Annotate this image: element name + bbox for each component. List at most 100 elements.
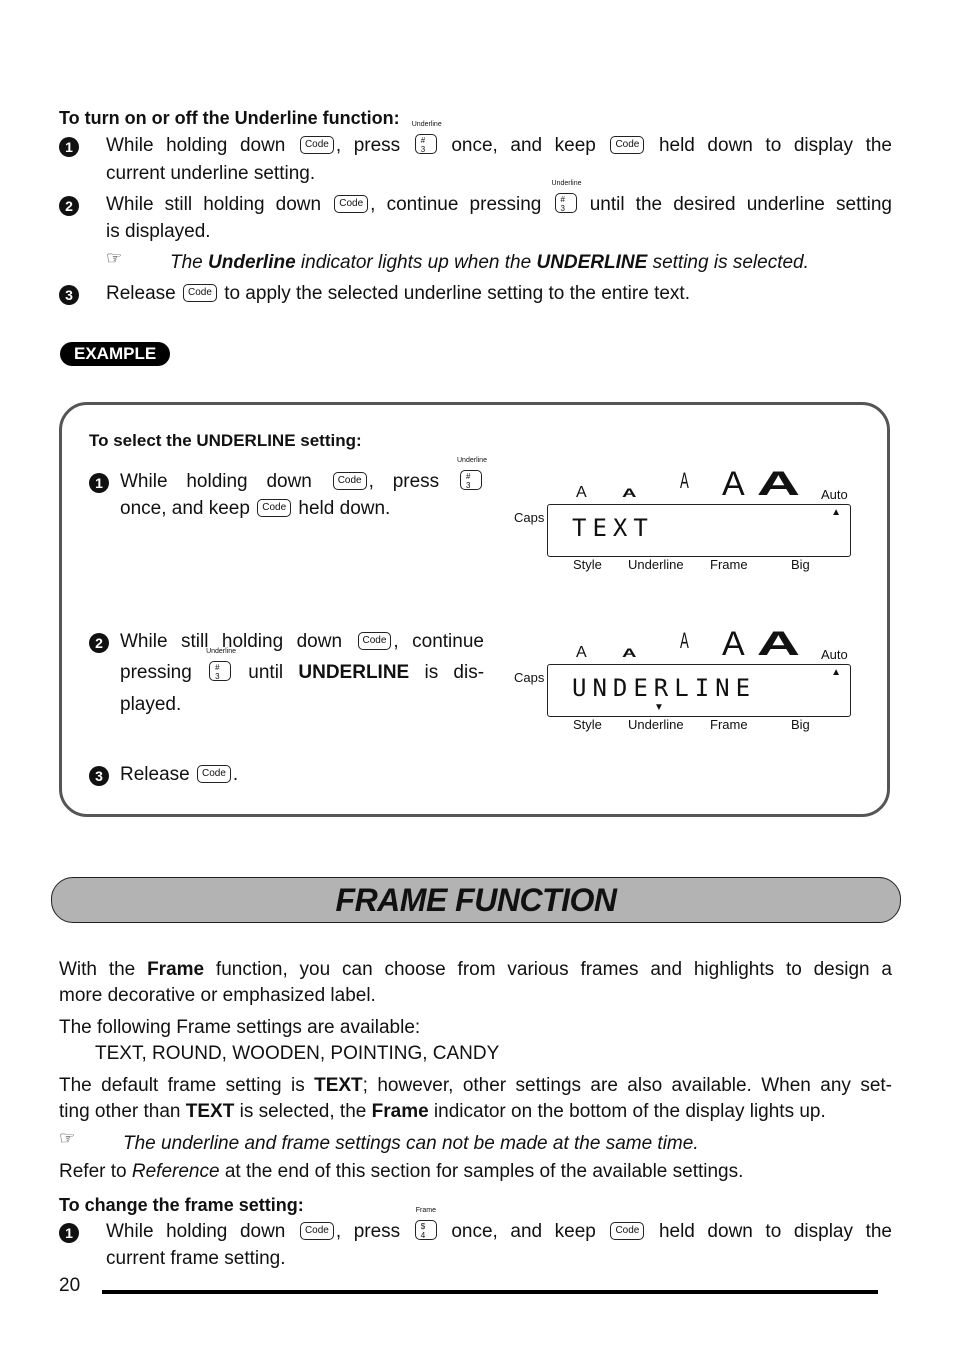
pointing-hand-icon: ☞: [59, 1128, 76, 1148]
key-caption: Underline: [206, 647, 237, 655]
key-caption: Frame: [415, 1206, 436, 1214]
size-glyph-small: A: [576, 484, 587, 501]
step-number-3: 3: [59, 285, 79, 305]
lcd-text: TEXT: [572, 514, 654, 542]
note-bold: UNDERLINE: [536, 252, 648, 273]
code-key: Code: [183, 283, 217, 302]
big-label: Big: [791, 557, 810, 572]
underline-key-3: Underline #3: [457, 457, 487, 490]
key-number: 3: [560, 203, 565, 213]
key-number: 3: [420, 144, 426, 154]
para-bold: TEXT: [185, 1101, 235, 1122]
underline-key-3: Underline #3: [552, 180, 582, 213]
underline-key-3: Underline #3: [412, 121, 442, 154]
note-text: The: [170, 252, 209, 273]
triangle-up-icon: ▲: [831, 667, 841, 678]
frame-label: Frame: [710, 557, 748, 572]
example-step-1-line2: once, and keep Code held down.: [120, 496, 390, 522]
frame-paragraph-4: Refer to Reference at the end of this se…: [59, 1159, 743, 1185]
para-text: at the end of this section for samples o…: [219, 1161, 744, 1182]
frame-step-number-1: 1: [59, 1223, 79, 1243]
para-text: Refer to: [59, 1161, 132, 1182]
section-title: FRAME FUNCTION: [335, 882, 617, 918]
para-text: ; however, other settings are also avail…: [362, 1075, 893, 1096]
step-text: While holding down: [120, 471, 312, 492]
code-key: Code: [610, 1221, 645, 1240]
step-text: While holding down: [106, 135, 286, 156]
size-glyph-big: A: [756, 465, 801, 503]
underline-step-2: While still holding down Code, continue …: [106, 180, 892, 218]
step-text: held down to display the: [658, 135, 892, 156]
code-key: Code: [299, 1221, 334, 1240]
step-text: , press: [368, 471, 440, 492]
auto-indicator: Auto: [821, 647, 848, 662]
frame-paragraph-1-line2: more decorative or emphasized label.: [59, 985, 376, 1006]
step-text: , continue pressing: [370, 194, 542, 215]
para-bold: Frame: [371, 1101, 429, 1122]
size-glyph-tall: A: [679, 468, 689, 493]
code-key: Code: [334, 194, 369, 213]
step-text: once, and keep: [120, 498, 250, 519]
para-bold: Frame: [147, 959, 205, 980]
para-text: With the: [59, 959, 148, 980]
example-step-number-2: 2: [89, 633, 109, 653]
step-text: , continue: [393, 631, 484, 652]
step-text: once, and keep: [451, 1221, 596, 1242]
size-glyph-large: A: [722, 625, 745, 663]
para-bold: TEXT: [314, 1075, 363, 1096]
frame-note: The underline and frame settings can not…: [123, 1133, 699, 1154]
para-text: indicator on the bottom of the display l…: [428, 1101, 826, 1122]
triangle-up-icon: ▲: [831, 507, 841, 518]
caps-indicator: Caps: [514, 510, 545, 525]
para-text: ting other than: [59, 1101, 186, 1122]
step-number-2: 2: [59, 196, 79, 216]
frame-step-1: While holding down Code, press Frame $4 o…: [106, 1207, 892, 1245]
frame-label: Frame: [710, 717, 748, 732]
code-key: Code: [197, 764, 231, 783]
frame-paragraph-2: The following Frame settings are availab…: [59, 1017, 421, 1038]
example-step-3: Release Code.: [120, 762, 238, 788]
step-text: While holding down: [106, 1221, 286, 1242]
step-text: to apply the selected underline setting …: [224, 283, 690, 304]
underline-key-3: Underline #3: [206, 648, 236, 681]
style-label: Style: [573, 717, 602, 732]
section-banner: FRAME FUNCTION: [51, 877, 901, 923]
underline-note: The Underline indicator lights up when t…: [170, 250, 809, 276]
size-glyph-tall: A: [679, 628, 689, 653]
code-key: Code: [257, 498, 292, 517]
lcd-display-underline: A A A A A Auto Caps ▲ UNDERLINE ▼ Style …: [514, 625, 854, 738]
note-bold: Underline: [208, 252, 296, 273]
code-key: Code: [332, 471, 367, 490]
size-glyph-wide: A: [622, 486, 637, 500]
example-step-1: While holding down Code, press Underline…: [120, 457, 487, 495]
frame-heading: To change the frame setting:: [59, 1195, 304, 1215]
example-step-number-3: 3: [89, 766, 109, 786]
frame-paragraph-3-line2: ting other than TEXT is selected, the Fr…: [59, 1099, 826, 1125]
caps-indicator: Caps: [514, 670, 545, 685]
key-caption: Underline: [411, 120, 442, 128]
style-label: Style: [573, 557, 602, 572]
lcd-screen: ▲ TEXT: [547, 504, 851, 557]
code-key: Code: [610, 135, 645, 154]
key-symbol: #: [466, 471, 471, 481]
step-text: held down.: [298, 498, 391, 519]
frame-paragraph-1: With the Frame function, you can choose …: [59, 957, 892, 983]
key-number: 4: [420, 1230, 426, 1240]
key-symbol: #: [560, 194, 565, 204]
example-step-2: While still holding down Code, continue: [120, 629, 484, 655]
step-text: , press: [335, 1221, 401, 1242]
auto-indicator: Auto: [821, 487, 848, 502]
step-bold: UNDERLINE: [298, 662, 410, 683]
underline-label: Underline: [628, 717, 684, 732]
frame-paragraph-3: The default frame setting is TEXT; howev…: [59, 1073, 892, 1099]
pointing-hand-icon: ☞: [106, 248, 123, 268]
key-number: 3: [466, 480, 471, 490]
step-text: Release: [120, 764, 190, 785]
frame-settings-list: TEXT, ROUND, WOODEN, POINTING, CANDY: [95, 1043, 500, 1064]
key-symbol: #: [215, 662, 220, 672]
step-text: Release: [106, 283, 176, 304]
example-badge: EXAMPLE: [60, 342, 171, 366]
step-text: While still holding down: [106, 194, 322, 215]
big-label: Big: [791, 717, 810, 732]
example-heading: To select the UNDERLINE setting:: [89, 431, 362, 450]
